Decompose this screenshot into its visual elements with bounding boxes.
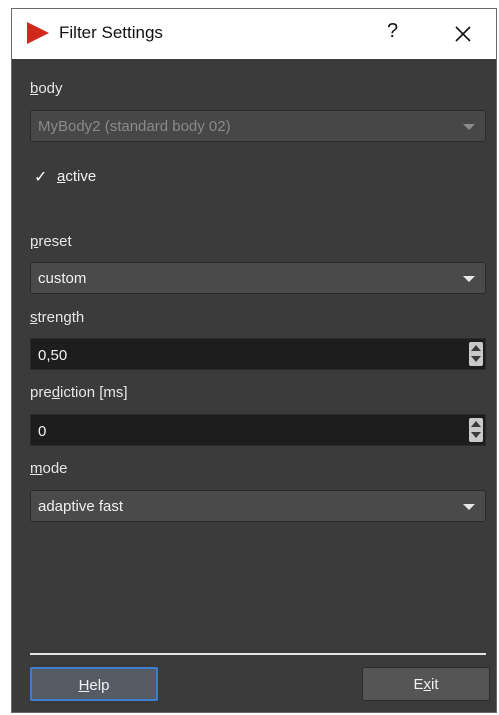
preset-label: preset <box>30 233 72 250</box>
context-help-button[interactable]: ? <box>387 20 398 43</box>
exit-button-mnemonic: x <box>423 676 432 693</box>
preset-select-value: custom <box>38 270 87 287</box>
filter-settings-dialog: Filter Settings ? body MyBody2 (standard… <box>11 8 497 713</box>
chevron-down-icon <box>463 276 475 282</box>
checkmark-icon: ✓ <box>34 167 48 186</box>
exit-button-label-post: it <box>431 676 439 693</box>
prediction-spinbox[interactable]: 0 <box>30 414 486 446</box>
strength-label-text: trength <box>37 309 85 326</box>
strength-label: strength <box>30 309 84 326</box>
dialog-title: Filter Settings <box>59 23 163 42</box>
prediction-label-post: iction [ms] <box>60 384 128 401</box>
spin-down-icon[interactable] <box>471 432 481 438</box>
help-button-label: elp <box>89 677 110 694</box>
active-checkbox-label: active <box>57 168 96 185</box>
preset-label-text: reset <box>38 233 72 250</box>
spin-up-icon[interactable] <box>471 345 481 351</box>
spin-up-icon[interactable] <box>471 421 481 427</box>
help-button-mnemonic: H <box>78 677 90 694</box>
strength-spinbox[interactable]: 0,50 <box>30 338 486 370</box>
exit-button-label-pre: E <box>413 676 424 693</box>
dialog-content: body MyBody2 (standard body 02) ✓ active… <box>12 59 496 714</box>
mode-label-mnemonic: m <box>30 460 43 477</box>
mode-select-value: adaptive fast <box>38 498 124 515</box>
preset-select[interactable]: custom <box>30 262 486 294</box>
spin-down-icon[interactable] <box>471 356 481 362</box>
footer-divider <box>30 653 486 655</box>
prediction-label: prediction [ms] <box>30 384 128 401</box>
mode-label-text: ode <box>42 460 68 477</box>
body-label-text: ody <box>38 80 63 97</box>
body-label: body <box>30 80 63 97</box>
play-triangle-icon <box>27 22 49 44</box>
close-icon[interactable] <box>452 23 474 45</box>
chevron-down-icon <box>463 124 475 130</box>
body-select[interactable]: MyBody2 (standard body 02) <box>30 110 486 142</box>
strength-spin-buttons <box>469 342 483 366</box>
prediction-value: 0 <box>38 423 47 440</box>
chevron-down-icon <box>463 504 475 510</box>
body-select-value: MyBody2 (standard body 02) <box>38 118 231 135</box>
active-label-text: ctive <box>65 168 97 185</box>
exit-button[interactable]: Exit <box>362 667 490 701</box>
strength-label-mnemonic: s <box>30 309 38 326</box>
prediction-label-pre: pre <box>30 384 52 401</box>
mode-select[interactable]: adaptive fast <box>30 490 486 522</box>
prediction-label-mnemonic: d <box>51 384 61 401</box>
title-bar: Filter Settings ? <box>12 9 496 59</box>
mode-label: mode <box>30 460 68 477</box>
help-button[interactable]: Help <box>30 667 158 701</box>
strength-value: 0,50 <box>38 347 68 364</box>
prediction-spin-buttons <box>469 418 483 442</box>
